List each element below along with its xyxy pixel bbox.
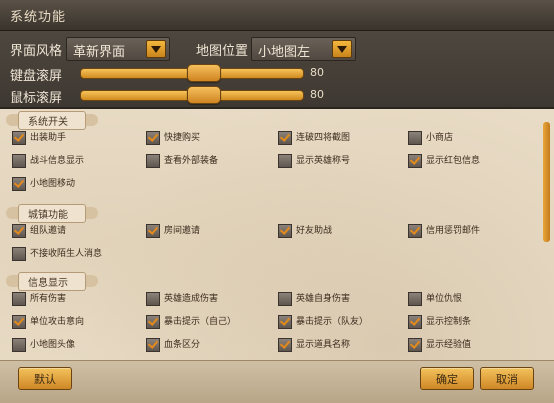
option-label: 所有伤害 [30, 294, 67, 304]
checkbox[interactable] [278, 154, 292, 168]
ok-button-label: 确定 [436, 373, 458, 386]
option-label: 显示道具名称 [296, 340, 351, 350]
option-label: 单位仇恨 [426, 294, 463, 304]
mouse-scroll-slider[interactable] [80, 86, 304, 104]
checkbox[interactable] [146, 315, 160, 329]
keyboard-scroll-slider-handle[interactable] [187, 64, 221, 82]
settings-window: 系统功能 界面风格 革新界面 地图位置 小地图左 键盘滚屏 80 鼠标滚屏 80… [0, 0, 554, 403]
option-label: 组队邀请 [30, 226, 67, 236]
map-position-value: 小地图左 [258, 45, 311, 60]
section-header-town: 城镇功能 [6, 204, 98, 223]
checkbox[interactable] [278, 315, 292, 329]
checkbox[interactable] [408, 224, 422, 238]
cancel-button[interactable]: 取消 [480, 367, 534, 390]
option-label: 小地图头像 [30, 340, 76, 350]
option-label: 英雄造成伤害 [164, 294, 219, 304]
mouse-scroll-slider-handle[interactable] [187, 86, 221, 104]
checkbox[interactable] [12, 247, 26, 261]
title-bar[interactable]: 系统功能 [0, 0, 554, 31]
checkbox[interactable] [12, 338, 26, 352]
section-title: 信息显示 [28, 278, 68, 289]
option-label: 信用惩罚邮件 [426, 226, 481, 236]
default-button-label: 默认 [34, 373, 56, 386]
checkbox[interactable] [278, 131, 292, 145]
checkbox[interactable] [278, 224, 292, 238]
checkbox[interactable] [408, 338, 422, 352]
checkbox[interactable] [146, 131, 160, 145]
checkbox[interactable] [146, 224, 160, 238]
section-header-info: 信息显示 [6, 272, 98, 291]
chevron-down-icon[interactable] [332, 40, 352, 58]
option-label: 小商店 [426, 133, 454, 143]
interface-style-label: 界面风格 [10, 44, 63, 59]
option-label: 血条区分 [164, 340, 201, 350]
option-label: 战斗信息显示 [30, 156, 85, 166]
default-button[interactable]: 默认 [18, 367, 72, 390]
chevron-down-icon[interactable] [146, 40, 166, 58]
option-label: 好友助战 [296, 226, 333, 236]
option-label: 显示英雄称号 [296, 156, 351, 166]
option-label: 房间邀请 [164, 226, 201, 236]
map-position-dropdown[interactable]: 小地图左 [251, 37, 356, 61]
section-header-system: 系统开关 [6, 111, 98, 130]
window-title: 系统功能 [10, 10, 67, 25]
checkbox[interactable] [12, 154, 26, 168]
ok-button[interactable]: 确定 [420, 367, 474, 390]
checkbox[interactable] [146, 338, 160, 352]
option-label: 快捷购买 [164, 133, 201, 143]
option-label: 显示红包信息 [426, 156, 481, 166]
checkbox[interactable] [146, 154, 160, 168]
option-label: 暴击提示（自己） [164, 317, 237, 327]
section-title: 系统开关 [28, 117, 68, 128]
option-label: 英雄自身伤害 [296, 294, 351, 304]
option-label: 小地图移动 [30, 179, 76, 189]
keyboard-scroll-value: 80 [310, 66, 324, 79]
checkbox[interactable] [12, 224, 26, 238]
section-title: 城镇功能 [28, 210, 68, 221]
option-label: 暴击提示（队友） [296, 317, 369, 327]
mouse-scroll-value: 80 [310, 88, 324, 101]
option-label: 不接收陌生人消息 [30, 249, 103, 259]
interface-style-value: 革新界面 [73, 45, 126, 60]
option-label: 查看外部装备 [164, 156, 219, 166]
checkbox[interactable] [408, 315, 422, 329]
option-label: 出装助手 [30, 133, 67, 143]
option-label: 连破四将截图 [296, 133, 351, 143]
cancel-button-label: 取消 [496, 373, 518, 386]
display-settings-panel: 界面风格 革新界面 地图位置 小地图左 键盘滚屏 80 鼠标滚屏 80 [0, 31, 554, 109]
checkbox[interactable] [408, 154, 422, 168]
checkbox[interactable] [408, 131, 422, 145]
button-bar: 默认 确定 取消 [0, 360, 554, 403]
mouse-scroll-label: 鼠标滚屏 [10, 91, 63, 106]
scrollbar[interactable] [542, 108, 552, 356]
keyboard-scroll-slider[interactable] [80, 64, 304, 82]
checkbox[interactable] [12, 292, 26, 306]
scrollbar-thumb[interactable] [543, 122, 550, 242]
option-label: 单位攻击意向 [30, 317, 85, 327]
checkbox[interactable] [146, 292, 160, 306]
keyboard-scroll-label: 键盘滚屏 [10, 69, 63, 84]
checkbox[interactable] [278, 292, 292, 306]
checkbox[interactable] [12, 177, 26, 191]
checkbox[interactable] [12, 131, 26, 145]
checkbox[interactable] [408, 292, 422, 306]
option-label: 显示控制条 [426, 317, 472, 327]
interface-style-dropdown[interactable]: 革新界面 [66, 37, 170, 61]
option-label: 显示经验值 [426, 340, 472, 350]
map-position-label: 地图位置 [196, 44, 249, 59]
options-list: 系统开关 出装助手 快捷购买 连破四将截图 小商店 战斗信息显示 查看外部装备 显示英雄称号显… [0, 108, 554, 360]
checkbox[interactable] [12, 315, 26, 329]
checkbox[interactable] [278, 338, 292, 352]
